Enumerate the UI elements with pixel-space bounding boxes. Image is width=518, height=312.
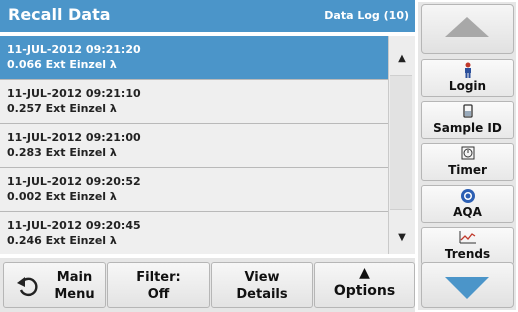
sample-id-button[interactable]: Sample ID bbox=[421, 101, 514, 139]
view-details-label-line2: Details bbox=[236, 287, 288, 302]
login-label: Login bbox=[448, 79, 487, 93]
trends-label: Trends bbox=[444, 247, 491, 261]
list-item-timestamp: 11-JUL-2012 09:21:10 bbox=[7, 87, 141, 100]
sample-id-label: Sample ID bbox=[433, 121, 502, 135]
page-up-button[interactable] bbox=[421, 4, 514, 54]
view-details-button[interactable]: View Details bbox=[211, 262, 313, 308]
trends-chart-icon bbox=[422, 230, 513, 246]
options-button[interactable]: ▲ Options bbox=[314, 262, 415, 308]
data-log-count: Data Log (10) bbox=[324, 9, 409, 22]
filter-label: Filter: bbox=[136, 270, 181, 285]
trends-button[interactable]: Trends bbox=[421, 227, 514, 265]
timer-icon bbox=[422, 146, 513, 162]
list-item[interactable]: 11-JUL-2012 09:21:20 0.066 Ext Einzel λ bbox=[0, 36, 388, 80]
options-label: Options bbox=[333, 283, 396, 299]
list-item-value: 0.002 Ext Einzel λ bbox=[7, 190, 117, 203]
list-item[interactable]: 11-JUL-2012 09:20:52 0.002 Ext Einzel λ bbox=[0, 168, 388, 212]
timer-label: Timer bbox=[448, 163, 487, 177]
main-menu-button[interactable]: Main Menu bbox=[3, 262, 106, 308]
list-item-value: 0.246 Ext Einzel λ bbox=[7, 234, 117, 247]
list-item-timestamp: 11-JUL-2012 09:20:52 bbox=[7, 175, 141, 188]
login-button[interactable]: Login bbox=[421, 59, 514, 97]
list-item[interactable]: 11-JUL-2012 09:21:00 0.283 Ext Einzel λ bbox=[0, 124, 388, 168]
filter-button[interactable]: Filter: Off bbox=[107, 262, 210, 308]
person-icon bbox=[422, 62, 513, 78]
filter-value: Off bbox=[147, 287, 170, 302]
scroll-down-arrow-icon[interactable]: ▼ bbox=[389, 228, 415, 248]
up-arrow-icon bbox=[445, 17, 489, 37]
down-arrow-icon bbox=[445, 277, 489, 299]
list-item-value: 0.066 Ext Einzel λ bbox=[7, 58, 117, 71]
scroll-up-arrow-icon[interactable]: ▲ bbox=[389, 49, 415, 69]
list-item-value: 0.257 Ext Einzel λ bbox=[7, 102, 117, 115]
scrollbar-thumb[interactable] bbox=[390, 75, 412, 210]
main-menu-label-line1: Main bbox=[56, 270, 93, 285]
list-item-value: 0.283 Ext Einzel λ bbox=[7, 146, 117, 159]
list-item[interactable]: 11-JUL-2012 09:21:10 0.257 Ext Einzel λ bbox=[0, 80, 388, 124]
aqa-button[interactable]: AQA bbox=[421, 185, 514, 223]
back-arrow-icon bbox=[17, 277, 38, 297]
aqa-label: AQA bbox=[453, 205, 482, 219]
page-down-button[interactable] bbox=[421, 262, 514, 308]
list-item-timestamp: 11-JUL-2012 09:21:00 bbox=[7, 131, 141, 144]
sample-vial-icon bbox=[422, 104, 513, 120]
main-menu-label-line2: Menu bbox=[54, 287, 95, 302]
list-item[interactable]: 11-JUL-2012 09:20:45 0.246 Ext Einzel λ bbox=[0, 212, 388, 254]
title-bar: Recall Data Data Log (10) bbox=[0, 0, 415, 32]
timer-button[interactable]: Timer bbox=[421, 143, 514, 181]
page-title: Recall Data bbox=[8, 5, 111, 24]
list-item-timestamp: 11-JUL-2012 09:21:20 bbox=[7, 43, 141, 56]
aqa-icon bbox=[422, 188, 513, 204]
view-details-label-line1: View bbox=[244, 270, 280, 285]
data-list: 11-JUL-2012 09:21:20 0.066 Ext Einzel λ … bbox=[0, 36, 388, 254]
options-up-arrow-icon: ▲ bbox=[359, 265, 370, 281]
list-item-timestamp: 11-JUL-2012 09:20:45 bbox=[7, 219, 141, 232]
